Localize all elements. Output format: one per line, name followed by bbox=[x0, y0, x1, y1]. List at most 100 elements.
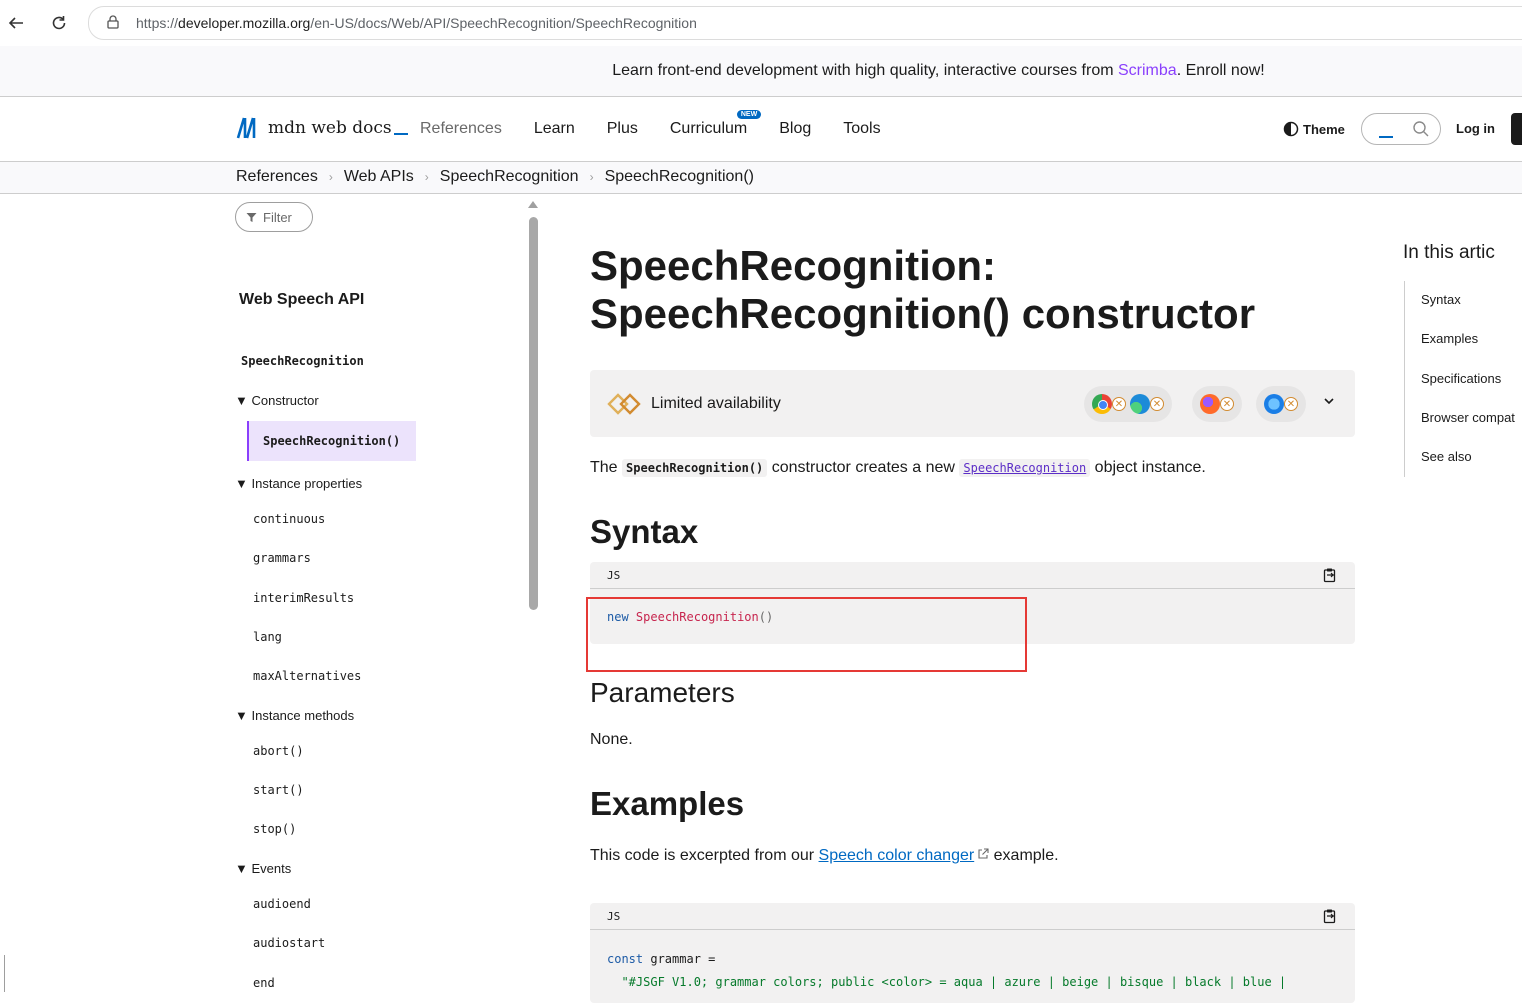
copy-icon[interactable] bbox=[1322, 567, 1338, 588]
scrimba-link[interactable]: Scrimba bbox=[1118, 62, 1177, 79]
sidebar-item-speechrecognition[interactable]: SpeechRecognition bbox=[241, 354, 364, 368]
parameters-text: None. bbox=[590, 731, 633, 748]
sidebar-item-constructor-active[interactable]: SpeechRecognition() bbox=[247, 421, 416, 461]
sidebar-filter-button[interactable]: Filter bbox=[235, 202, 313, 232]
reload-icon bbox=[52, 16, 66, 30]
toc-item-specifications[interactable]: Specifications bbox=[1421, 371, 1501, 386]
main-nav: References Learn Plus Curriculum NEW Blog… bbox=[404, 97, 897, 161]
speechrecognition-link[interactable]: SpeechRecognition bbox=[959, 459, 1091, 477]
availability-banner: Limited availability ✕ ✕ ✕ ✕ bbox=[590, 370, 1355, 437]
chevron-right-icon: › bbox=[589, 170, 594, 184]
search-input[interactable] bbox=[1361, 113, 1441, 145]
edge-icon bbox=[1130, 394, 1150, 414]
sidebar-group-methods[interactable]: ▼ Instance methods bbox=[235, 708, 354, 723]
intro-paragraph: The SpeechRecognition() constructor crea… bbox=[590, 459, 1206, 477]
breadcrumb-current[interactable]: SpeechRecognition() bbox=[605, 168, 754, 186]
sidebar-item-start[interactable]: start() bbox=[253, 783, 304, 797]
chevron-right-icon: › bbox=[328, 170, 333, 184]
breadcrumb: References › Web APIs › SpeechRecognitio… bbox=[0, 162, 1522, 194]
sidebar-item-label: SpeechRecognition() bbox=[263, 434, 401, 448]
triangle-down-icon: ▼ bbox=[235, 861, 248, 876]
sidebar-section-title[interactable]: Web Speech API bbox=[239, 291, 364, 309]
breadcrumb-speechrecognition[interactable]: SpeechRecognition bbox=[440, 168, 579, 186]
theme-button[interactable]: Theme bbox=[1283, 121, 1345, 137]
unsupported-x-icon: ✕ bbox=[1220, 397, 1234, 411]
safari-icon bbox=[1264, 394, 1284, 414]
examples-paragraph: This code is excerpted from our Speech c… bbox=[590, 847, 1059, 864]
toc-item-examples[interactable]: Examples bbox=[1421, 331, 1478, 346]
unsupported-x-icon: ✕ bbox=[1112, 397, 1126, 411]
sidebar-item-lang[interactable]: lang bbox=[253, 630, 282, 644]
nav-references[interactable]: References bbox=[404, 120, 518, 138]
toc-divider bbox=[1404, 281, 1405, 477]
sidebar-group-constructor[interactable]: ▼ Constructor bbox=[235, 393, 319, 408]
browser-group-firefox[interactable]: ✕ bbox=[1192, 386, 1242, 422]
triangle-down-icon: ▼ bbox=[235, 393, 248, 408]
browser-group-safari[interactable]: ✕ bbox=[1256, 386, 1306, 422]
nav-plus[interactable]: Plus bbox=[591, 120, 654, 138]
limited-availability-icon bbox=[606, 390, 642, 423]
sidebar-item-maxalternatives[interactable]: maxAlternatives bbox=[253, 669, 361, 683]
code-language-label: JS bbox=[607, 910, 621, 923]
filter-label: Filter bbox=[263, 209, 292, 225]
red-highlight-annotation bbox=[586, 597, 1027, 672]
contrast-icon bbox=[1283, 121, 1299, 137]
constructor-code: SpeechRecognition() bbox=[622, 459, 768, 477]
unsupported-x-icon: ✕ bbox=[1284, 397, 1298, 411]
firefox-icon bbox=[1200, 394, 1220, 414]
signup-button[interactable] bbox=[1511, 113, 1522, 145]
sidebar-group-properties[interactable]: ▼ Instance properties bbox=[235, 476, 362, 491]
mdn-logo[interactable]: mdn web docs bbox=[236, 117, 408, 139]
sidebar-item-interimresults[interactable]: interimResults bbox=[253, 591, 354, 605]
sidebar-item-abort[interactable]: abort() bbox=[253, 744, 304, 758]
toc-item-see-also[interactable]: See also bbox=[1421, 449, 1472, 464]
back-button[interactable] bbox=[1, 8, 31, 38]
page-title: SpeechRecognition: SpeechRecognition() co… bbox=[590, 242, 1256, 337]
chevron-right-icon: › bbox=[424, 170, 429, 184]
sidebar-item-audiostart[interactable]: audiostart bbox=[253, 936, 325, 950]
copy-icon[interactable] bbox=[1322, 908, 1338, 929]
availability-label: Limited availability bbox=[651, 395, 781, 412]
sidebar-group-events[interactable]: ▼ Events bbox=[235, 861, 291, 876]
nav-curriculum-label: Curriculum bbox=[669, 120, 748, 137]
login-link[interactable]: Log in bbox=[1456, 121, 1495, 136]
sidebar-item-continuous[interactable]: continuous bbox=[253, 512, 325, 526]
sidebar-item-end[interactable]: end bbox=[253, 976, 275, 990]
sidebar-item-audioend[interactable]: audioend bbox=[253, 897, 311, 911]
unsupported-x-icon: ✕ bbox=[1150, 397, 1164, 411]
sidebar-item-grammars[interactable]: grammars bbox=[253, 551, 311, 565]
nav-learn[interactable]: Learn bbox=[518, 120, 591, 138]
speech-color-changer-link[interactable]: Speech color changer bbox=[819, 847, 975, 864]
nav-curriculum[interactable]: Curriculum NEW bbox=[654, 110, 763, 138]
chevron-down-icon[interactable] bbox=[1322, 394, 1336, 413]
toc-title: In this artic bbox=[1403, 242, 1495, 263]
nav-blog[interactable]: Blog bbox=[763, 120, 827, 138]
new-badge: NEW bbox=[736, 110, 762, 119]
sidebar-item-stop[interactable]: stop() bbox=[253, 822, 296, 836]
mdn-m-icon bbox=[236, 117, 256, 139]
toc-item-syntax[interactable]: Syntax bbox=[1421, 292, 1461, 307]
example-code: const grammar = "#JSGF V1.0; grammar col… bbox=[607, 952, 1287, 989]
external-link-icon bbox=[974, 847, 989, 864]
syntax-heading: Syntax bbox=[590, 513, 699, 550]
toc-item-browser-compat[interactable]: Browser compat bbox=[1421, 410, 1515, 425]
reload-button[interactable] bbox=[44, 8, 74, 38]
group-label: Instance methods bbox=[251, 708, 355, 723]
browser-group-chrome-edge[interactable]: ✕ ✕ bbox=[1084, 386, 1172, 422]
parameters-heading: Parameters bbox=[590, 677, 735, 708]
logo-text: mdn web docs bbox=[268, 118, 408, 138]
scroll-up-arrow-icon[interactable] bbox=[528, 201, 538, 208]
window-edge bbox=[0, 955, 5, 992]
search-icon bbox=[1412, 120, 1430, 143]
url-text: https://developer.mozilla.org/en-US/docs… bbox=[136, 15, 697, 31]
chrome-icon bbox=[1092, 394, 1112, 414]
filter-icon bbox=[246, 212, 257, 222]
site-header: mdn web docs References Learn Plus Curri… bbox=[0, 97, 1522, 162]
nav-tools[interactable]: Tools bbox=[827, 120, 896, 138]
address-bar[interactable]: https://developer.mozilla.org/en-US/docs… bbox=[88, 6, 1522, 40]
sidebar-scroll-thumb[interactable] bbox=[529, 217, 538, 610]
theme-label: Theme bbox=[1303, 121, 1345, 137]
browser-toolbar: https://developer.mozilla.org/en-US/docs… bbox=[0, 0, 1522, 47]
breadcrumb-web-apis[interactable]: Web APIs bbox=[344, 168, 414, 186]
breadcrumb-references[interactable]: References bbox=[236, 168, 318, 186]
